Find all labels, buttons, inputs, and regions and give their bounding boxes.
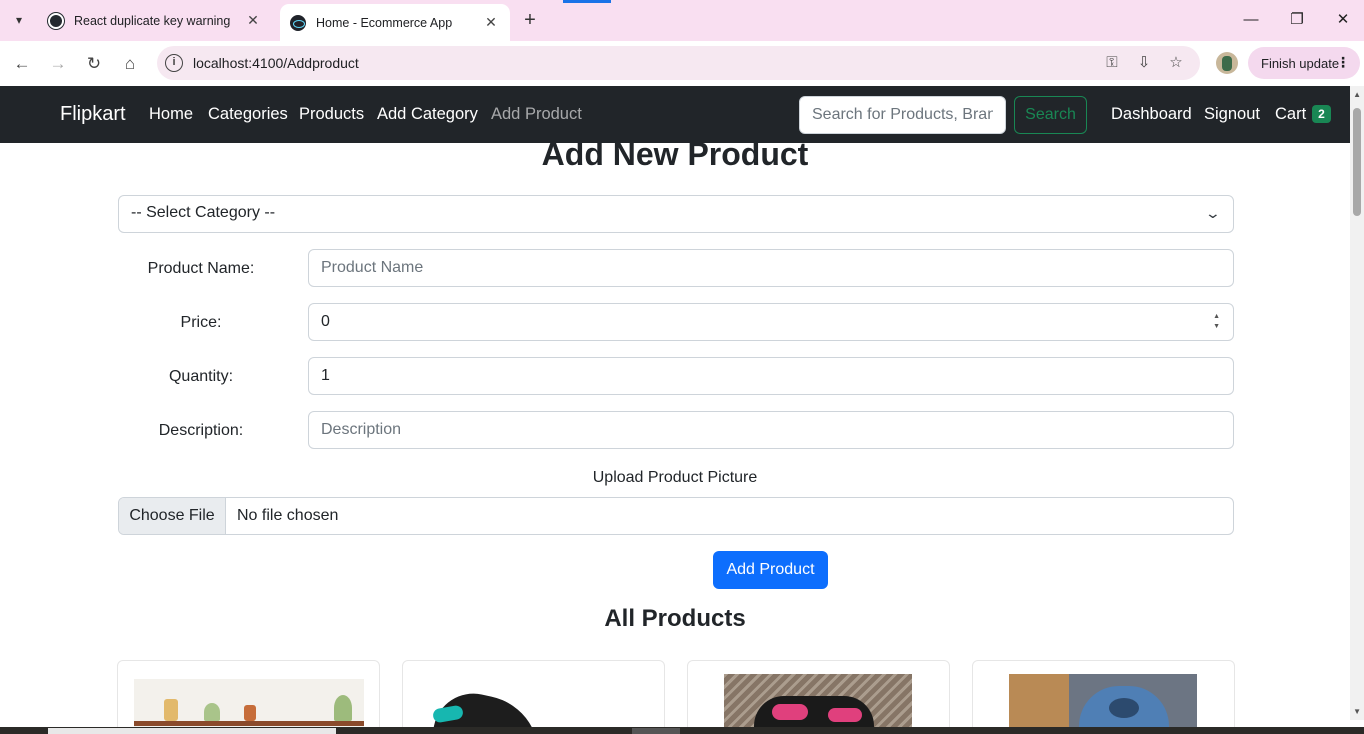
- product-card[interactable]: [117, 660, 380, 734]
- home-icon[interactable]: ⌂: [116, 50, 144, 78]
- finish-update-button[interactable]: Finish update ⋮: [1248, 47, 1360, 79]
- nav-link-add-category[interactable]: Add Category: [377, 105, 478, 124]
- price-input[interactable]: [308, 303, 1234, 341]
- cart-count-badge: 2: [1312, 105, 1331, 123]
- file-input[interactable]: Choose File No file chosen: [118, 497, 1234, 535]
- upload-picture-label: Upload Product Picture: [592, 469, 758, 486]
- close-tab-icon[interactable]: ✕: [482, 14, 500, 32]
- scrollbar-thumb[interactable]: [1353, 108, 1361, 216]
- tab-title: Home - Ecommerce App: [316, 15, 453, 30]
- site-navbar: Flipkart Home Categories Products Add Ca…: [0, 86, 1350, 143]
- scroll-down-arrow-icon[interactable]: ▼: [1353, 707, 1361, 716]
- page-viewport: Flipkart Home Categories Products Add Ca…: [0, 86, 1364, 734]
- number-spinner-icon[interactable]: ▲ ▼: [1213, 312, 1220, 332]
- github-icon: [48, 12, 64, 29]
- navbar-search-input[interactable]: [799, 96, 1006, 134]
- file-status-text: No file chosen: [237, 507, 339, 524]
- price-label: Price:: [180, 314, 222, 331]
- install-app-icon[interactable]: ⇩: [1134, 53, 1154, 73]
- wall-shelf-image: [134, 679, 364, 734]
- all-products-heading: All Products: [604, 605, 746, 632]
- cart-label: Cart: [1275, 105, 1307, 123]
- product-card[interactable]: [402, 660, 665, 734]
- nav-link-categories[interactable]: Categories: [208, 105, 288, 124]
- nav-link-add-product[interactable]: Add Product: [491, 105, 582, 124]
- quantity-label: Quantity:: [168, 368, 234, 385]
- chevron-down-icon: ⌄: [1204, 205, 1222, 221]
- browser-toolbar: ← → ↻ ⌂ i localhost:4100/Addproduct ⚿ ⇩ …: [0, 41, 1364, 86]
- page-title: Add New Product: [541, 136, 809, 172]
- browser-tab-strip: ▾ React duplicate key warning ✕ Home - E…: [0, 0, 1364, 41]
- choose-file-button[interactable]: Choose File: [119, 498, 226, 534]
- add-product-button[interactable]: Add Product: [713, 551, 828, 589]
- minimize-icon[interactable]: —: [1236, 8, 1266, 32]
- taskbar-strip: [0, 727, 1364, 734]
- address-bar[interactable]: i localhost:4100/Addproduct ⚿ ⇩ ☆: [157, 46, 1200, 80]
- quantity-input[interactable]: [308, 357, 1234, 395]
- price-field: ▲▼: [308, 303, 1234, 341]
- product-name-label: Product Name:: [147, 260, 255, 277]
- nav-link-dashboard[interactable]: Dashboard: [1111, 105, 1192, 124]
- blue-shoe-image: [1009, 674, 1197, 734]
- product-name-input[interactable]: [308, 249, 1234, 287]
- taskbar-segment: [48, 728, 336, 734]
- close-window-icon[interactable]: ✕: [1328, 8, 1358, 32]
- product-card[interactable]: [687, 660, 950, 734]
- password-key-icon[interactable]: ⚿: [1102, 53, 1122, 73]
- category-select[interactable]: -- Select Category -- ⌄: [118, 195, 1234, 233]
- pink-sneaker-image: [724, 674, 912, 734]
- browser-tab-ecommerce[interactable]: Home - Ecommerce App ✕: [280, 4, 510, 41]
- description-label: Description:: [158, 422, 244, 439]
- page-scrollbar[interactable]: ▲ ▼: [1350, 86, 1364, 720]
- reload-icon[interactable]: ↻: [80, 50, 108, 78]
- forward-arrow-icon[interactable]: →: [44, 50, 72, 78]
- menu-dots-icon[interactable]: ⋮: [1336, 54, 1350, 71]
- product-card[interactable]: [972, 660, 1235, 734]
- brand-logo[interactable]: Flipkart: [60, 103, 126, 126]
- tab-search-chevron-icon[interactable]: ▾: [6, 7, 32, 33]
- nav-link-home[interactable]: Home: [149, 105, 193, 124]
- react-icon: [290, 14, 306, 31]
- finish-update-label: Finish update: [1261, 55, 1340, 71]
- nav-link-cart[interactable]: Cart 2: [1275, 105, 1331, 124]
- nav-link-signout[interactable]: Signout: [1204, 105, 1260, 124]
- url-text[interactable]: localhost:4100/Addproduct: [193, 55, 359, 71]
- tab-group-indicator: [563, 0, 611, 3]
- profile-avatar[interactable]: [1216, 52, 1238, 74]
- close-tab-icon[interactable]: ✕: [244, 12, 262, 30]
- tab-title: React duplicate key warning: [74, 13, 231, 28]
- taskbar-segment: [632, 728, 680, 734]
- scroll-up-arrow-icon[interactable]: ▲: [1353, 90, 1361, 99]
- browser-tab-github[interactable]: React duplicate key warning ✕: [38, 4, 272, 37]
- restore-icon[interactable]: ❐: [1282, 8, 1312, 32]
- category-select-value: -- Select Category --: [131, 204, 276, 221]
- site-info-icon[interactable]: i: [165, 54, 183, 72]
- description-input[interactable]: [308, 411, 1234, 449]
- back-arrow-icon[interactable]: ←: [8, 50, 36, 78]
- bookmark-star-icon[interactable]: ☆: [1166, 53, 1186, 73]
- navbar-search-button[interactable]: Search: [1014, 96, 1087, 134]
- nav-link-products[interactable]: Products: [299, 105, 364, 124]
- new-tab-plus-icon[interactable]: +: [518, 10, 542, 32]
